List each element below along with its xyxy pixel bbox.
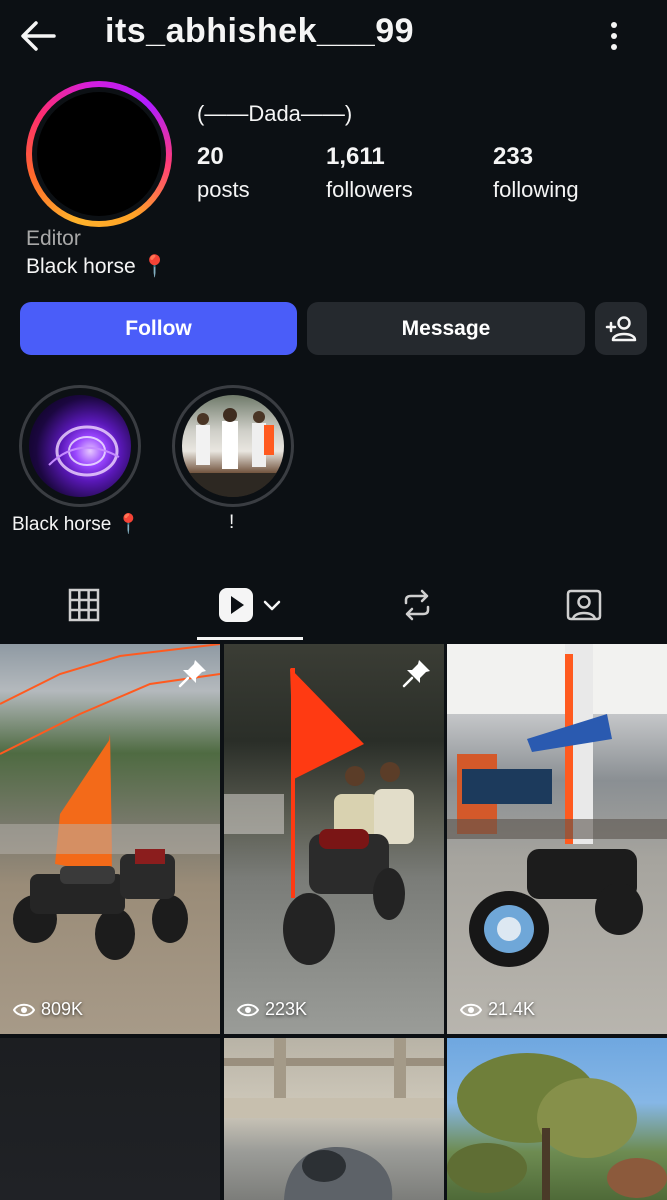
highlight-cover [182,395,284,497]
following-stat[interactable]: 233 following [493,143,579,203]
eye-icon [13,1003,35,1016]
follow-button[interactable]: Follow [20,302,297,355]
reel-thumbnail[interactable]: 223K [224,644,444,1034]
posts-label: posts [197,177,250,202]
profile-username: its_abhishek___99 [105,12,415,50]
reel-thumbnail[interactable]: 809K [0,644,220,1034]
bio-text: Black horse [26,255,136,278]
add-user-icon [605,315,637,341]
followers-stat[interactable]: 1,611 followers [326,143,413,203]
tagged-icon [566,589,601,621]
suggest-users-button[interactable] [595,302,647,355]
content-tabs [0,570,667,640]
profile-category: Editor [26,227,81,250]
followers-label: followers [326,177,413,202]
pin-icon [178,658,208,688]
tab-tagged[interactable] [500,570,667,640]
highlight-label: Black horse 📍 [12,512,140,536]
view-count-text: 809K [41,999,84,1019]
highlight-exclamation[interactable] [172,385,294,507]
tab-reposts[interactable] [333,570,500,640]
active-tab-indicator [197,637,303,640]
following-count: 233 [493,143,534,170]
highlight-label-text: Black horse [12,514,112,535]
posts-count: 20 [197,143,224,170]
reel-thumbnail[interactable] [0,1038,220,1200]
highlight-black-horse[interactable] [19,385,141,507]
grid-icon [68,588,99,622]
reel-image [0,644,220,960]
tab-posts-grid[interactable] [0,570,167,640]
back-arrow-icon[interactable] [16,14,64,58]
reel-thumbnail[interactable] [224,1038,444,1200]
highlight-cover [29,395,131,497]
eye-icon [460,1003,482,1016]
eye-icon [237,1003,259,1016]
reel-image [224,668,414,965]
view-count: 809K [13,999,83,1020]
highlight-label: ! [229,512,235,533]
reel-image [224,1038,444,1200]
message-button[interactable]: Message [307,302,585,355]
pin-icon [402,658,432,688]
following-label: following [493,177,579,202]
reel-thumbnail[interactable]: 21.4K [447,644,667,1034]
more-options-icon[interactable] [596,16,632,56]
profile-bio: Black horse 📍 [26,255,168,279]
reel-thumbnail[interactable] [447,1038,667,1200]
reels-icon [218,588,280,622]
pin-emoji: 📍 [141,255,168,278]
repost-icon [404,589,429,621]
posts-stat[interactable]: 20 posts [197,143,250,203]
avatar-image [37,92,161,216]
display-name: (——Dada——) [197,101,353,126]
view-count: 21.4K [460,999,535,1020]
followers-count: 1,611 [326,143,385,170]
view-count-text: 21.4K [488,999,536,1019]
pin-emoji: 📍 [116,514,141,535]
view-count: 223K [237,999,307,1020]
reel-image [447,644,667,967]
top-bar: its_abhishek___99 [0,0,667,72]
reel-image [447,1053,667,1200]
tab-reels[interactable] [167,570,334,640]
profile-avatar[interactable] [26,81,172,227]
view-count-text: 223K [265,999,308,1019]
